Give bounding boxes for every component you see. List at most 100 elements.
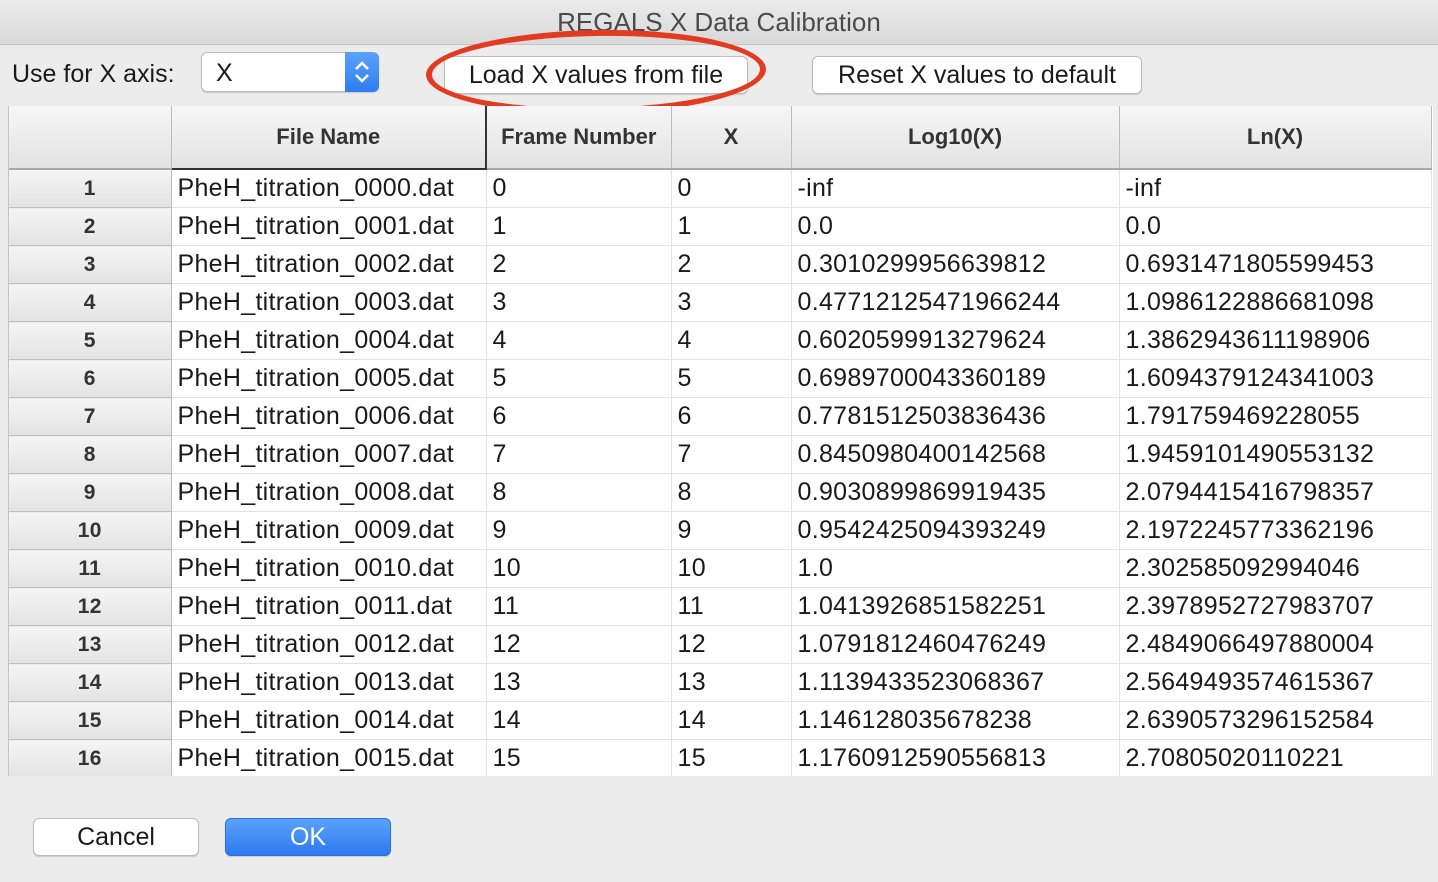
table-cell-log10-x[interactable]: 1.0413926851582251	[791, 587, 1120, 626]
table-cell-log10-x[interactable]: 1.0	[791, 549, 1120, 588]
table-row[interactable]: 8 PheH_titration_0007.dat 7 7 0.845098040014…	[9, 435, 1432, 474]
table-row[interactable]: 4 PheH_titration_0003.dat 3 3 0.477121254719…	[9, 283, 1432, 322]
table-cell-frame-number[interactable]: 5	[486, 359, 672, 398]
table-cell-ln-x[interactable]: 2.3978952727983707	[1119, 587, 1432, 626]
table-row[interactable]: 12 PheH_titration_0011.dat 11 11 1.041392685…	[9, 587, 1432, 626]
table-cell-log10-x[interactable]: 0.8450980400142568	[791, 435, 1120, 474]
table-cell-log10-x[interactable]: 1.146128035678238	[791, 701, 1120, 740]
table-cell-ln-x[interactable]: 1.3862943611198906	[1119, 321, 1432, 360]
row-header-cell[interactable]: 14	[9, 663, 172, 702]
row-header-cell[interactable]: 4	[9, 283, 172, 322]
table-cell-frame-number[interactable]: 11	[486, 587, 672, 626]
table-cell-frame-number[interactable]: 12	[486, 625, 672, 664]
table-cell-ln-x[interactable]: 1.0986122886681098	[1119, 283, 1432, 322]
row-header-cell[interactable]: 2	[9, 207, 172, 246]
table-cell-frame-number[interactable]: 10	[486, 549, 672, 588]
table-cell-file-name[interactable]: PheH_titration_0014.dat	[171, 701, 487, 740]
table-cell-file-name[interactable]: PheH_titration_0002.dat	[171, 245, 487, 284]
column-header-frame-number[interactable]: Frame Number	[486, 106, 672, 170]
table-row[interactable]: 9 PheH_titration_0008.dat 8 8 0.903089986991…	[9, 473, 1432, 512]
table-cell-log10-x[interactable]: 0.0	[791, 207, 1120, 246]
table-cell-x[interactable]: 9	[671, 511, 792, 550]
table-cell-file-name[interactable]: PheH_titration_0015.dat	[171, 739, 487, 776]
table-cell-x[interactable]: 11	[671, 587, 792, 626]
row-header-cell[interactable]: 15	[9, 701, 172, 740]
table-row[interactable]: 15 PheH_titration_0014.dat 14 14 1.146128035…	[9, 701, 1432, 740]
table-row[interactable]: 7 PheH_titration_0006.dat 6 6 0.778151250383…	[9, 397, 1432, 436]
table-cell-file-name[interactable]: PheH_titration_0004.dat	[171, 321, 487, 360]
column-header-file-name[interactable]: File Name	[171, 106, 487, 170]
table-cell-ln-x[interactable]: 1.6094379124341003	[1119, 359, 1432, 398]
table-cell-ln-x[interactable]: 0.6931471805599453	[1119, 245, 1432, 284]
table-cell-log10-x[interactable]: 0.9542425094393249	[791, 511, 1120, 550]
table-cell-frame-number[interactable]: 7	[486, 435, 672, 474]
table-cell-frame-number[interactable]: 3	[486, 283, 672, 322]
table-cell-file-name[interactable]: PheH_titration_0000.dat	[171, 169, 487, 208]
table-cell-log10-x[interactable]: 1.1760912590556813	[791, 739, 1120, 776]
table-cell-log10-x[interactable]: 0.3010299956639812	[791, 245, 1120, 284]
table-cell-frame-number[interactable]: 15	[486, 739, 672, 776]
table-cell-x[interactable]: 6	[671, 397, 792, 436]
table-cell-file-name[interactable]: PheH_titration_0012.dat	[171, 625, 487, 664]
table-cell-x[interactable]: 2	[671, 245, 792, 284]
table-cell-x[interactable]: 14	[671, 701, 792, 740]
table-cell-file-name[interactable]: PheH_titration_0011.dat	[171, 587, 487, 626]
row-header-cell[interactable]: 9	[9, 473, 172, 512]
table-cell-frame-number[interactable]: 8	[486, 473, 672, 512]
table-cell-x[interactable]: 13	[671, 663, 792, 702]
table-cell-x[interactable]: 4	[671, 321, 792, 360]
table-cell-ln-x[interactable]: 2.5649493574615367	[1119, 663, 1432, 702]
table-cell-ln-x[interactable]: 1.9459101490553132	[1119, 435, 1432, 474]
table-cell-x[interactable]: 8	[671, 473, 792, 512]
table-cell-x[interactable]: 5	[671, 359, 792, 398]
table-cell-file-name[interactable]: PheH_titration_0009.dat	[171, 511, 487, 550]
table-row[interactable]: 5 PheH_titration_0004.dat 4 4 0.602059991327…	[9, 321, 1432, 360]
table-cell-file-name[interactable]: PheH_titration_0007.dat	[171, 435, 487, 474]
row-header-cell[interactable]: 12	[9, 587, 172, 626]
table-cell-x[interactable]: 7	[671, 435, 792, 474]
table-cell-ln-x[interactable]: 1.791759469228055	[1119, 397, 1432, 436]
table-cell-frame-number[interactable]: 2	[486, 245, 672, 284]
column-header-log10-x[interactable]: Log10(X)	[791, 106, 1120, 170]
table-cell-log10-x[interactable]: 1.0791812460476249	[791, 625, 1120, 664]
table-cell-file-name[interactable]: PheH_titration_0008.dat	[171, 473, 487, 512]
table-row[interactable]: 10 PheH_titration_0009.dat 9 9 0.95424250943…	[9, 511, 1432, 550]
table-cell-file-name[interactable]: PheH_titration_0003.dat	[171, 283, 487, 322]
table-cell-file-name[interactable]: PheH_titration_0001.dat	[171, 207, 487, 246]
table-cell-file-name[interactable]: PheH_titration_0010.dat	[171, 549, 487, 588]
reset-x-values-button[interactable]: Reset X values to default	[812, 56, 1142, 94]
table-cell-file-name[interactable]: PheH_titration_0005.dat	[171, 359, 487, 398]
table-cell-ln-x[interactable]: 0.0	[1119, 207, 1432, 246]
table-cell-x[interactable]: 1	[671, 207, 792, 246]
row-header-cell[interactable]: 16	[9, 739, 172, 776]
table-cell-x[interactable]: 3	[671, 283, 792, 322]
table-cell-frame-number[interactable]: 13	[486, 663, 672, 702]
table-cell-ln-x[interactable]: 2.70805020110221	[1119, 739, 1432, 776]
table-cell-x[interactable]: 15	[671, 739, 792, 776]
table-row[interactable]: 16 PheH_titration_0015.dat 15 15 1.176091259…	[9, 739, 1432, 776]
row-header-cell[interactable]: 10	[9, 511, 172, 550]
data-grid[interactable]: File Name Frame Number X Log10(X) Ln(X) 1 Phe…	[8, 106, 1433, 776]
table-cell-x[interactable]: 0	[671, 169, 792, 208]
row-header-cell[interactable]: 13	[9, 625, 172, 664]
cancel-button[interactable]: Cancel	[33, 818, 199, 856]
table-row[interactable]: 14 PheH_titration_0013.dat 13 13 1.113943352…	[9, 663, 1432, 702]
table-row[interactable]: 6 PheH_titration_0005.dat 5 5 0.698970004336…	[9, 359, 1432, 398]
table-cell-file-name[interactable]: PheH_titration_0006.dat	[171, 397, 487, 436]
table-cell-log10-x[interactable]: 1.1139433523068367	[791, 663, 1120, 702]
table-cell-ln-x[interactable]: 2.0794415416798357	[1119, 473, 1432, 512]
column-header-x[interactable]: X	[671, 106, 792, 170]
table-cell-x[interactable]: 10	[671, 549, 792, 588]
table-cell-ln-x[interactable]: 2.302585092994046	[1119, 549, 1432, 588]
table-cell-file-name[interactable]: PheH_titration_0013.dat	[171, 663, 487, 702]
row-header-cell[interactable]: 8	[9, 435, 172, 474]
table-row[interactable]: 13 PheH_titration_0012.dat 12 12 1.079181246…	[9, 625, 1432, 664]
table-cell-log10-x[interactable]: 0.7781512503836436	[791, 397, 1120, 436]
ok-button[interactable]: OK	[225, 818, 391, 856]
table-cell-frame-number[interactable]: 4	[486, 321, 672, 360]
column-header-ln-x[interactable]: Ln(X)	[1119, 106, 1432, 170]
table-row[interactable]: 3 PheH_titration_0002.dat 2 2 0.301029995663…	[9, 245, 1432, 284]
row-header-cell[interactable]: 1	[9, 169, 172, 208]
table-cell-frame-number[interactable]: 9	[486, 511, 672, 550]
table-cell-log10-x[interactable]: 0.6989700043360189	[791, 359, 1120, 398]
